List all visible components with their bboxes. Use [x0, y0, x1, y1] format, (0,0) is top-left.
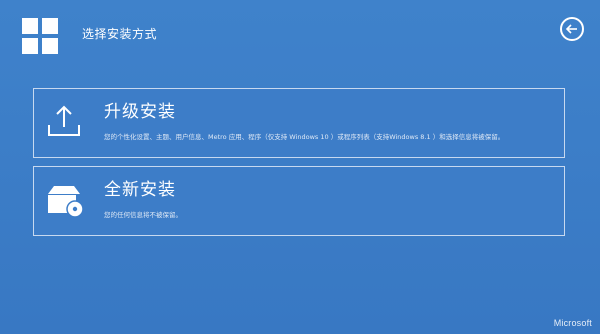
upgrade-install-description: 您的个性化设置、主题、用户信息、Metro 应用、程序（仅支持 Windows …	[104, 133, 505, 141]
back-button[interactable]	[560, 17, 584, 41]
clean-install-heading: 全新安装	[104, 180, 176, 200]
upload-tray-icon	[48, 105, 80, 136]
microsoft-brand: Microsoft	[553, 318, 592, 328]
page-title: 选择安装方式	[82, 27, 158, 41]
clean-install-option[interactable]: 全新安装 您的任何信息将不被保留。	[33, 166, 565, 236]
windows-logo-icon	[22, 18, 58, 54]
box-disc-icon	[48, 186, 84, 218]
installer-screen: 选择安装方式 升级安装 您的个性化设置、主题、用户信息、Metro 应用、程序（…	[0, 0, 600, 334]
upgrade-install-option[interactable]: 升级安装 您的个性化设置、主题、用户信息、Metro 应用、程序（仅支持 Win…	[33, 88, 565, 158]
clean-install-description: 您的任何信息将不被保留。	[104, 211, 182, 219]
upgrade-install-heading: 升级安装	[104, 102, 176, 122]
back-arrow-icon	[565, 24, 577, 34]
